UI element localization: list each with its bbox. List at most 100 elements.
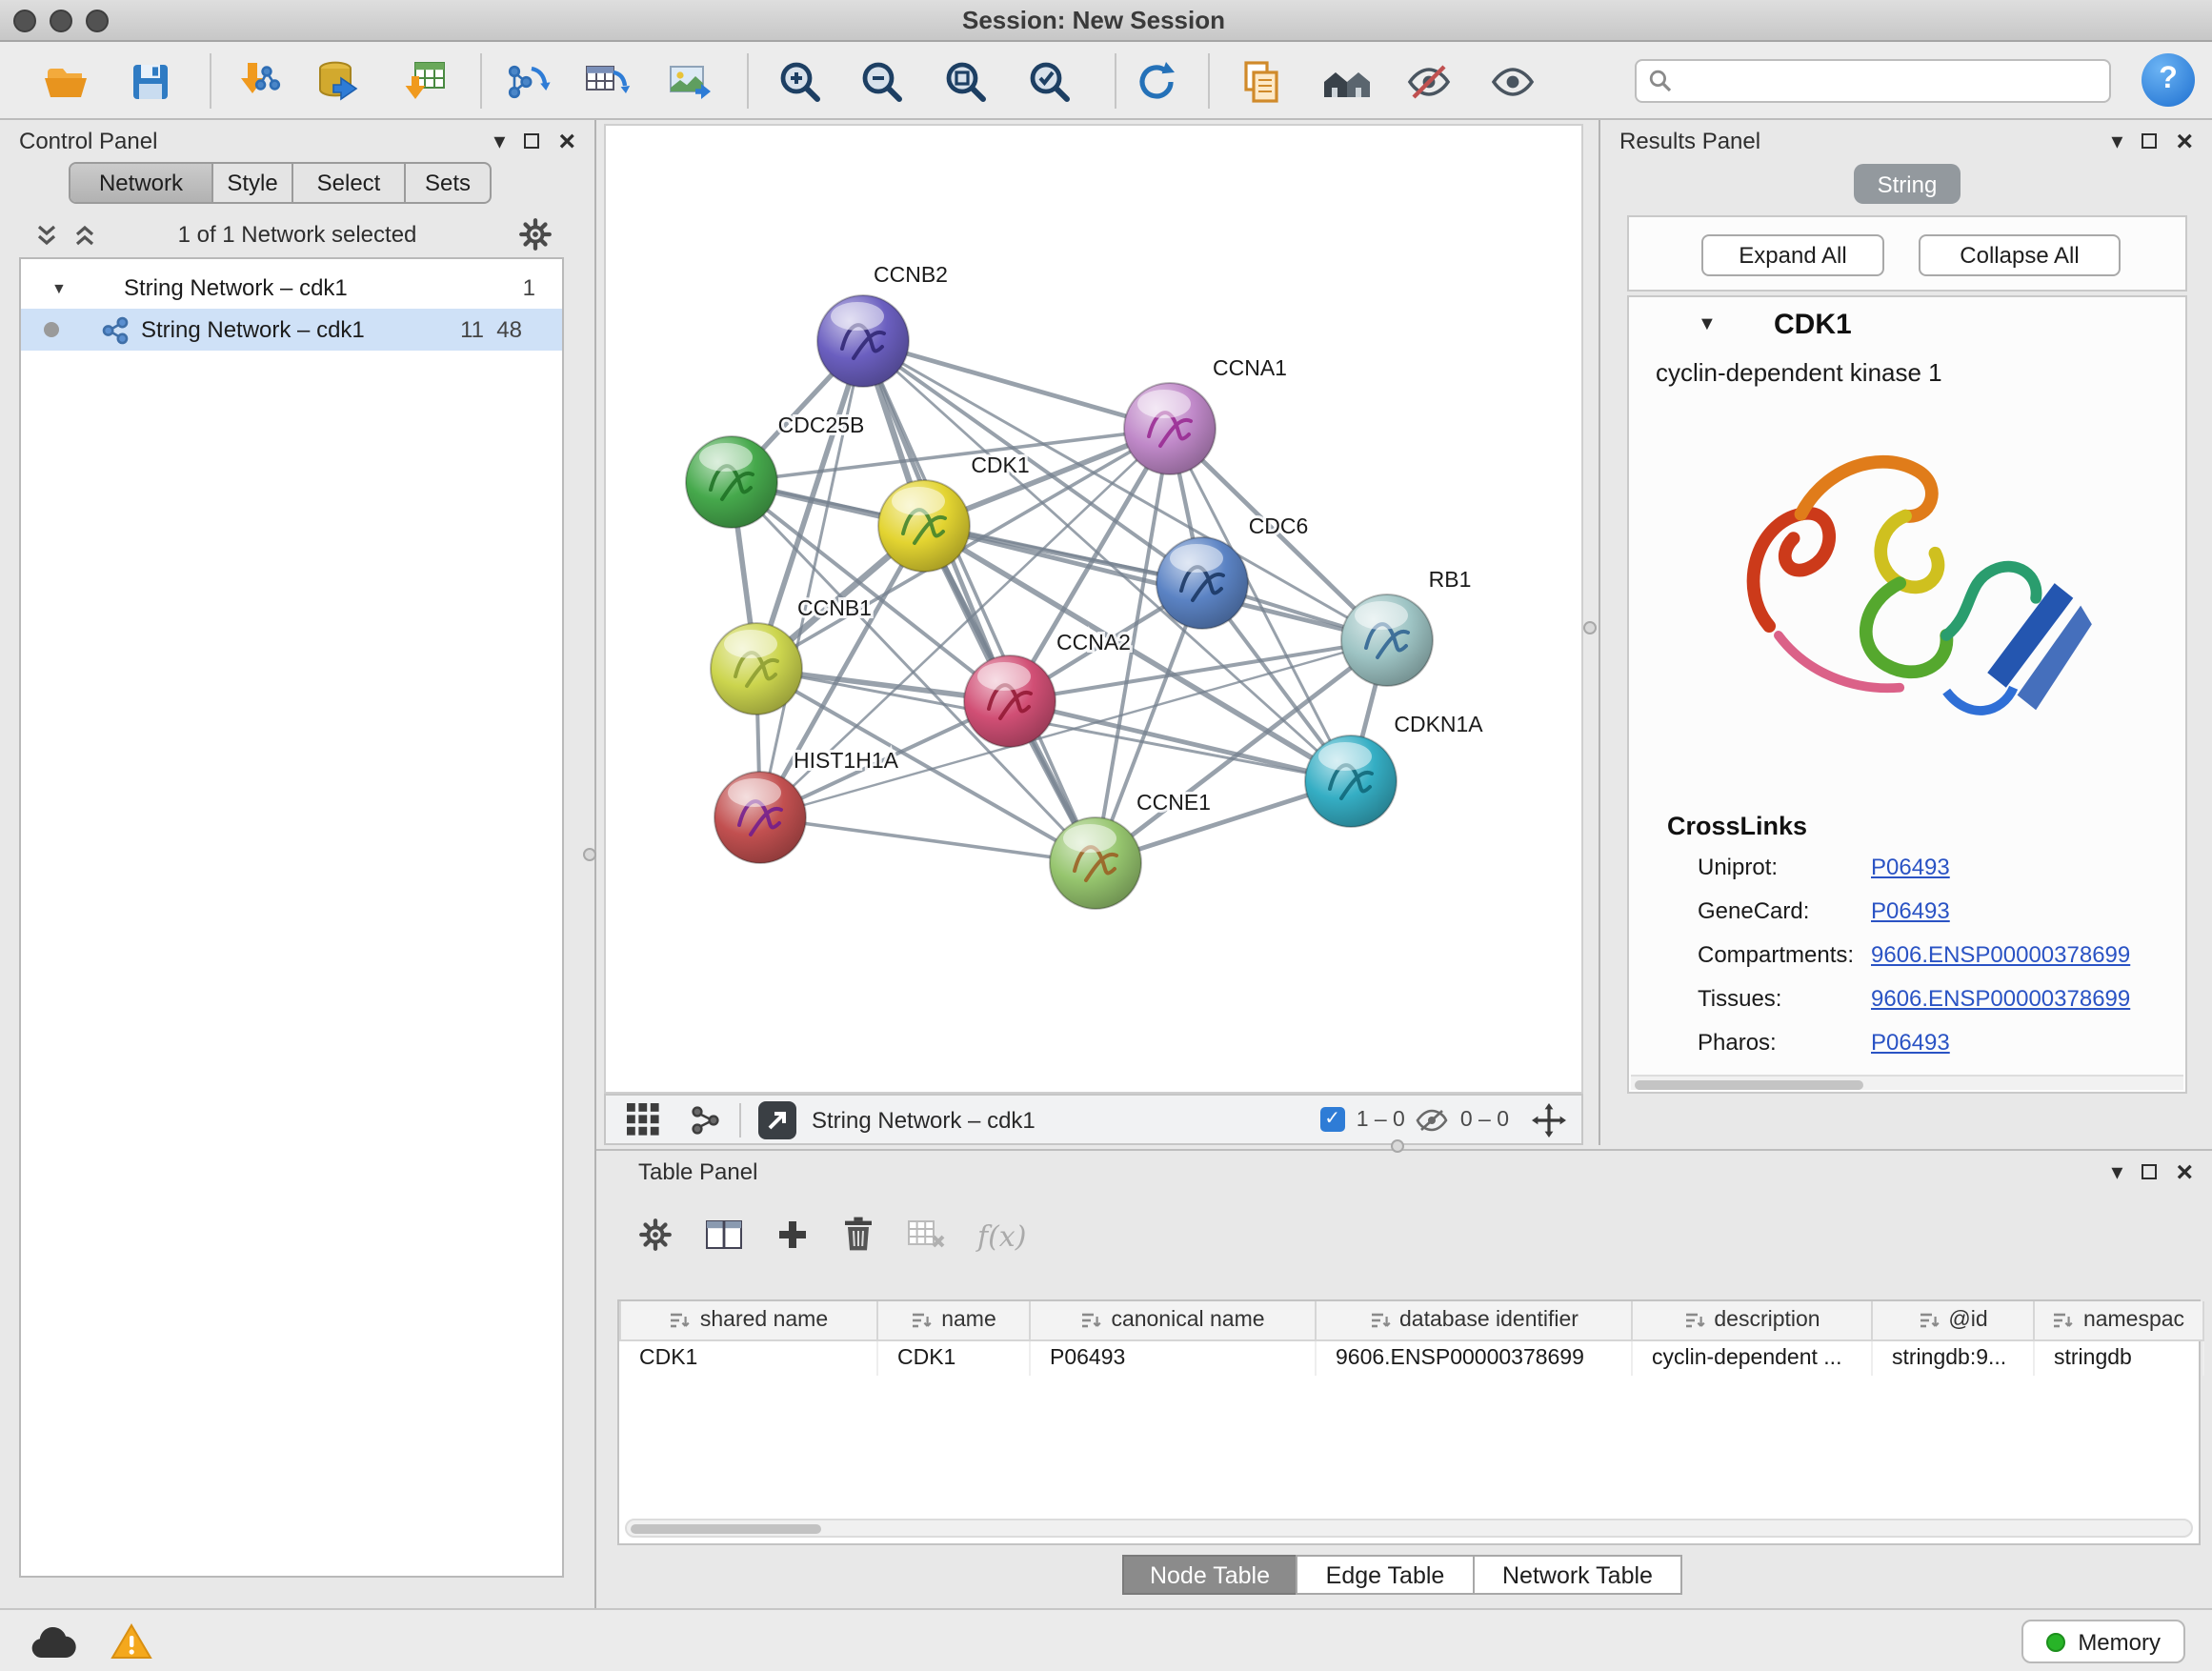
delete-column-trash-icon[interactable] xyxy=(842,1216,875,1258)
zoom-fit-button[interactable] xyxy=(934,50,998,114)
add-column-plus-icon[interactable] xyxy=(775,1217,810,1257)
pan-crosshair-icon[interactable] xyxy=(1532,1102,1566,1137)
expand-all-button[interactable]: Expand All xyxy=(1701,234,1884,276)
zoom-out-button[interactable] xyxy=(850,50,915,114)
column-header-database-identifier[interactable]: database identifier xyxy=(1316,1301,1632,1339)
birdseye-view-icon[interactable] xyxy=(690,1103,722,1136)
crosslink-link-compartments[interactable]: 9606.ENSP00000378699 xyxy=(1871,941,2130,968)
tab-node-table[interactable]: Node Table xyxy=(1122,1555,1297,1595)
table-panel-float-icon[interactable] xyxy=(2142,1160,2157,1183)
open-session-button[interactable] xyxy=(34,50,99,114)
copy-button[interactable] xyxy=(1229,50,1294,114)
network-node-CCNB1[interactable]: CCNB1 xyxy=(711,595,872,715)
search-input[interactable] xyxy=(1682,68,2098,94)
tab-string[interactable]: String xyxy=(1854,164,1961,204)
network-node-RB1[interactable]: RB1 xyxy=(1341,567,1471,686)
help-button[interactable]: ? xyxy=(2142,53,2195,107)
tab-edge-table[interactable]: Edge Table xyxy=(1296,1555,1475,1595)
crosslink-link-pharos[interactable]: P06493 xyxy=(1871,1029,1950,1056)
zoom-in-button[interactable] xyxy=(768,50,833,114)
edge-CCNB2-CCNE1[interactable] xyxy=(863,341,1096,863)
network-row-selected[interactable]: String Network – cdk1 11 48 xyxy=(21,309,562,351)
help-glyph: ? xyxy=(2159,63,2178,97)
results-panel-close-icon[interactable]: × xyxy=(2176,127,2193,155)
tab-network-table[interactable]: Network Table xyxy=(1473,1555,1682,1595)
export-image-button[interactable] xyxy=(657,50,722,114)
window-zoom-button[interactable] xyxy=(86,9,109,31)
column-header-name[interactable]: name xyxy=(877,1301,1030,1339)
left-splitter-handle[interactable] xyxy=(583,848,596,861)
gene-collapse-icon[interactable]: ▼ xyxy=(1698,314,1717,335)
column-header-id[interactable]: @id xyxy=(1872,1301,2034,1339)
crosslink-link-genecard[interactable]: P06493 xyxy=(1871,897,1950,924)
results-panel-title: Results Panel xyxy=(1619,128,1760,154)
column-header-shared-name[interactable]: shared name xyxy=(620,1301,877,1339)
tab-select[interactable]: Select xyxy=(293,164,406,202)
import-table-file-button[interactable] xyxy=(392,50,457,114)
import-network-database-button[interactable] xyxy=(307,50,372,114)
table-panel-menu-chevron-icon[interactable]: ▾ xyxy=(2111,1160,2122,1183)
home-view-button[interactable] xyxy=(1315,50,1379,114)
network-node-HIST1H1A[interactable]: HIST1H1A xyxy=(714,748,899,863)
crosslink-link-uniprot[interactable]: P06493 xyxy=(1871,854,1950,880)
network-node-CCNA1[interactable]: CCNA1 xyxy=(1124,355,1287,474)
collection-expand-icon[interactable]: ▼ xyxy=(51,279,74,296)
scrollbar-thumb[interactable] xyxy=(631,1523,821,1533)
tab-sets[interactable]: Sets xyxy=(406,164,490,202)
table-settings-gear-icon[interactable] xyxy=(638,1217,673,1257)
network-collection-row[interactable]: ▼ String Network – cdk1 1 xyxy=(21,267,562,309)
warning-icon[interactable] xyxy=(111,1623,152,1665)
edge-CCNB2-CCNA1[interactable] xyxy=(863,341,1170,429)
column-header-canonical-name[interactable]: canonical name xyxy=(1030,1301,1316,1339)
show-graphics-button[interactable] xyxy=(1480,50,1545,114)
zoom-selected-icon xyxy=(1025,57,1075,107)
open-in-new-window-button[interactable] xyxy=(758,1100,796,1138)
cloud-status-icon[interactable] xyxy=(29,1623,78,1667)
toolbar-separator xyxy=(1115,53,1116,109)
table-panel-close-icon[interactable]: × xyxy=(2176,1158,2193,1186)
network-node-CDK1[interactable]: CDK1 xyxy=(878,453,1030,572)
zoom-selected-button[interactable] xyxy=(1017,50,1082,114)
hide-graphics-button[interactable] xyxy=(1397,50,1461,114)
new-network-button[interactable] xyxy=(493,50,558,114)
scrollbar-thumb[interactable] xyxy=(1635,1079,1863,1089)
results-panel-menu-chevron-icon[interactable]: ▾ xyxy=(2111,130,2122,152)
import-network-file-button[interactable] xyxy=(225,50,290,114)
edge-HIST1H1A-CCNE1[interactable] xyxy=(760,817,1096,863)
selected-checkbox-icon[interactable]: ✓ xyxy=(1320,1107,1345,1132)
network-node-CCNB2[interactable]: CCNB2 xyxy=(817,262,948,387)
memory-button[interactable]: Memory xyxy=(2021,1620,2185,1663)
refresh-button[interactable] xyxy=(1124,50,1189,114)
sort-icon xyxy=(911,1311,932,1330)
column-header-namespace[interactable]: namespac xyxy=(2034,1301,2203,1339)
control-panel-menu-chevron-icon[interactable]: ▾ xyxy=(493,130,505,152)
collapse-all-button[interactable]: Collapse All xyxy=(1919,234,2121,276)
tab-network[interactable]: Network xyxy=(70,164,213,202)
crosslink-link-tissues[interactable]: 9606.ENSP00000378699 xyxy=(1871,985,2130,1012)
save-session-button[interactable] xyxy=(118,50,183,114)
table-horizontal-scrollbar[interactable] xyxy=(625,1519,2193,1538)
network-canvas[interactable]: CCNB2CCNA1CDC25BCDK1CDC6RB1CCNB1CCNA2CDK… xyxy=(604,124,1583,1094)
grid-view-icon[interactable] xyxy=(627,1103,659,1136)
column-header-description[interactable]: description xyxy=(1632,1301,1872,1339)
right-splitter-handle[interactable] xyxy=(1583,621,1597,634)
svg-text:CDKN1A: CDKN1A xyxy=(1394,712,1483,736)
network-node-CDKN1A[interactable]: CDKN1A xyxy=(1305,712,1483,827)
results-horizontal-scrollbar[interactable] xyxy=(1631,1075,2183,1090)
new-table-button[interactable] xyxy=(573,50,638,114)
svg-text:CDC25B: CDC25B xyxy=(778,413,865,437)
results-panel-float-icon[interactable] xyxy=(2142,130,2157,152)
network-options-gear-icon[interactable] xyxy=(518,217,553,257)
window-close-button[interactable] xyxy=(13,9,36,31)
toolbar-separator xyxy=(480,53,482,109)
control-panel-float-icon[interactable] xyxy=(524,130,539,152)
show-columns-icon[interactable] xyxy=(705,1217,743,1257)
network-node-CCNE1[interactable]: CCNE1 xyxy=(1050,790,1211,909)
control-panel-close-icon[interactable]: × xyxy=(558,127,575,155)
bottom-splitter-handle[interactable] xyxy=(1391,1139,1404,1153)
tab-style[interactable]: Style xyxy=(213,164,293,202)
network-graph[interactable]: CCNB2CCNA1CDC25BCDK1CDC6RB1CCNB1CCNA2CDK… xyxy=(606,126,1581,1092)
window-minimize-button[interactable] xyxy=(50,9,72,31)
table-row[interactable]: CDK1 CDK1 P06493 9606.ENSP00000378699 cy… xyxy=(620,1339,2203,1376)
network-node-CDC6[interactable]: CDC6 xyxy=(1156,513,1308,629)
